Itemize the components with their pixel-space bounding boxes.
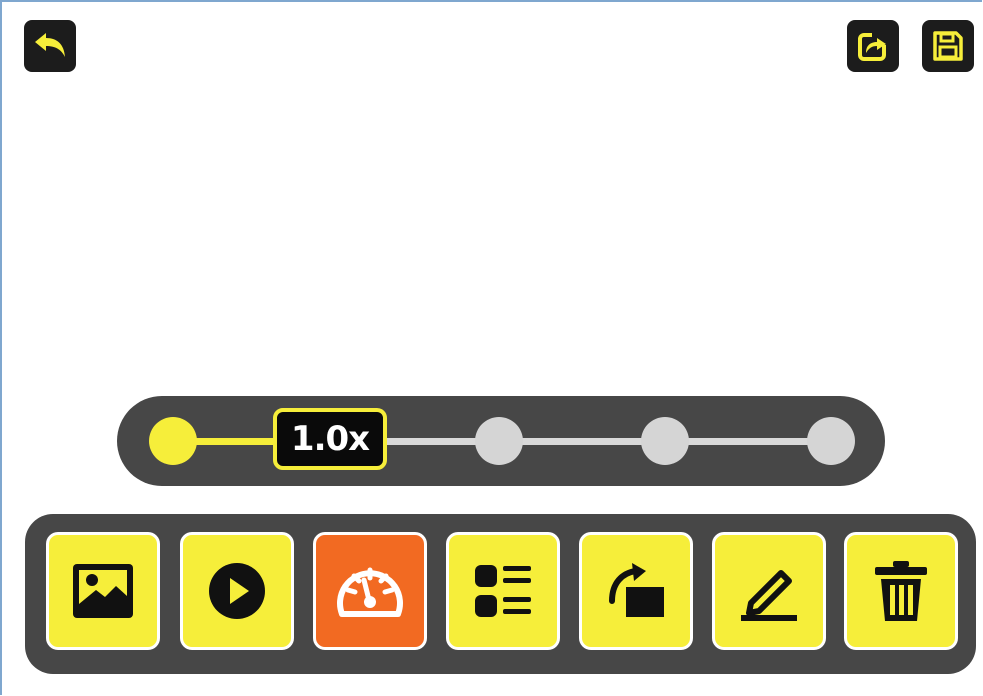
rotate-button[interactable] <box>579 532 693 650</box>
edit-button[interactable] <box>712 532 826 650</box>
speed-slider[interactable]: 1.0x <box>117 396 885 486</box>
share-export-icon <box>858 31 888 61</box>
save-button[interactable] <box>922 20 974 72</box>
speed-step-3[interactable] <box>475 417 523 465</box>
bottom-toolbar <box>25 514 976 674</box>
play-button[interactable] <box>180 532 294 650</box>
share-button[interactable] <box>847 20 899 72</box>
floppy-save-icon <box>933 31 963 61</box>
image-icon <box>73 564 133 618</box>
speed-step-1[interactable] <box>149 417 197 465</box>
delete-button[interactable] <box>844 532 958 650</box>
speed-step-5[interactable] <box>807 417 855 465</box>
play-icon <box>209 563 265 619</box>
speed-track-empty <box>387 438 827 445</box>
trash-icon <box>875 561 927 621</box>
list-button[interactable] <box>446 532 560 650</box>
speedometer-icon <box>337 567 403 617</box>
rotate-icon <box>609 563 664 617</box>
pencil-icon <box>741 570 797 621</box>
back-button[interactable] <box>24 20 76 72</box>
list-icon <box>475 565 531 617</box>
image-button[interactable] <box>46 532 160 650</box>
speed-button[interactable] <box>313 532 427 650</box>
back-arrow-icon <box>35 33 65 57</box>
speed-value-label[interactable]: 1.0x <box>273 408 387 470</box>
speed-step-4[interactable] <box>641 417 689 465</box>
